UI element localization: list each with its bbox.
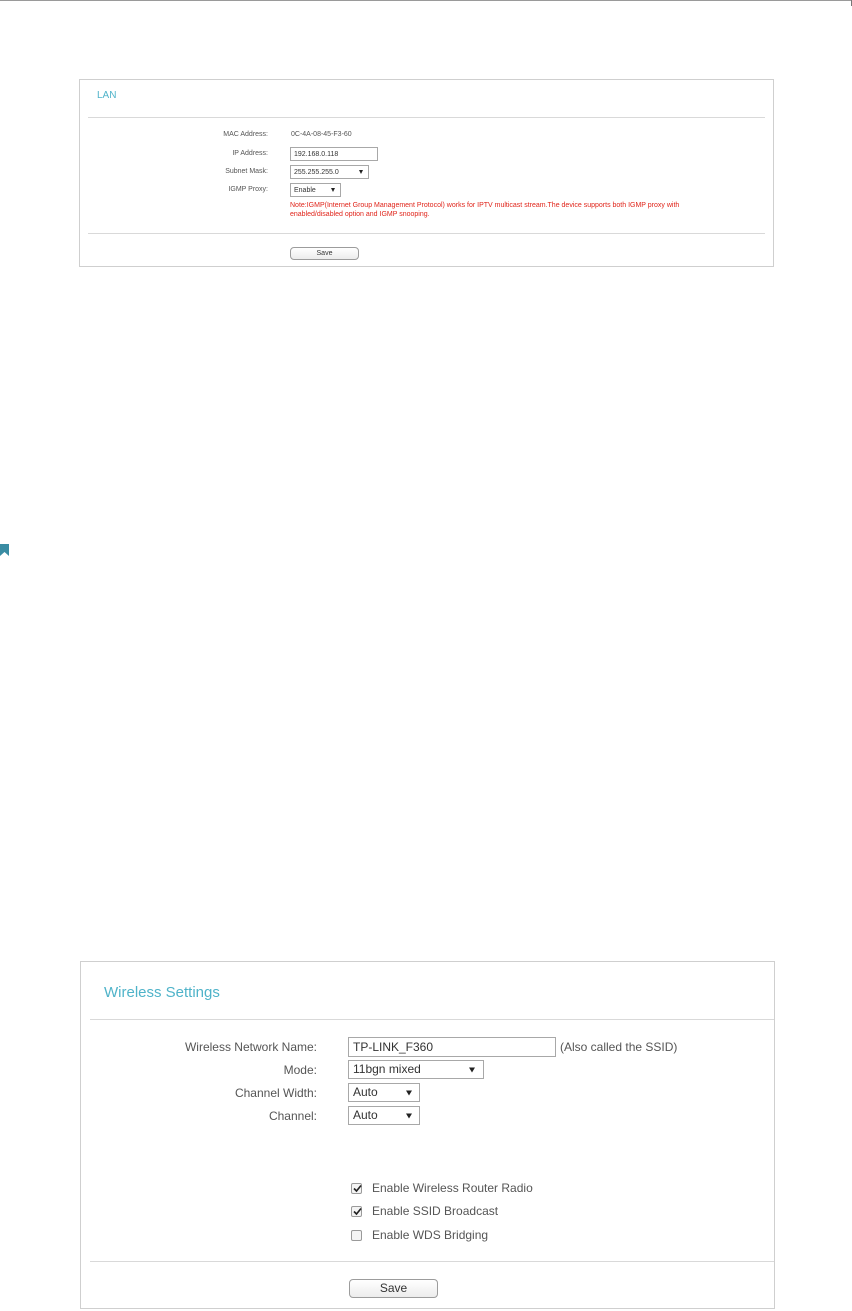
mode-select[interactable]: 11bgn mixed [348,1060,484,1079]
igmp-note: Note:IGMP(Internet Group Management Prot… [290,201,770,219]
checkmark-icon [353,1207,362,1216]
channel-select[interactable]: Auto [348,1106,420,1125]
enable-ssid-broadcast-label: Enable SSID Broadcast [372,1204,499,1218]
bookmark-icon [0,544,9,556]
checkmark-icon [353,1184,362,1193]
ip-address-input[interactable]: 192.168.0.118 [290,147,378,161]
igmp-proxy-label: IGMP Proxy: [228,186,268,193]
igmp-note-line-2: enabled/disabled option and IGMP snoopin… [290,211,430,218]
top-rule [0,0,852,1]
lan-panel: LAN MAC Address: 0C-4A-08-45-F3-60 IP Ad… [79,79,774,267]
channel-label: Channel: [268,1109,317,1123]
enable-wireless-radio-checkbox[interactable] [351,1183,362,1194]
subnet-mask-select[interactable]: 255.255.255.0 [290,165,369,179]
chevron-down-icon [406,1113,412,1118]
enable-wds-bridging-checkbox[interactable] [351,1230,362,1241]
ssid-hint: (Also called the SSID) [560,1040,678,1054]
lan-bottom-divider [88,233,765,234]
wireless-top-divider [90,1019,774,1020]
wireless-bottom-divider [90,1261,774,1262]
channel-value: Auto [353,1108,378,1122]
enable-ssid-broadcast-checkbox[interactable] [351,1206,362,1217]
chevron-down-icon [359,170,363,174]
channel-width-select[interactable]: Auto [348,1083,420,1102]
enable-wireless-radio-option[interactable]: Enable Wireless Router Radio [351,1181,611,1197]
mac-address-value: 0C-4A-08-45-F3-60 [291,131,352,138]
enable-wds-bridging-label: Enable WDS Bridging [372,1228,489,1242]
chevron-down-icon [406,1090,412,1095]
enable-ssid-broadcast-option[interactable]: Enable SSID Broadcast [351,1204,611,1220]
mac-address-label: MAC Address: [223,131,268,138]
wireless-panel-title: Wireless Settings [104,984,220,1001]
mode-value: 11bgn mixed [353,1062,421,1076]
lan-top-divider [88,117,765,118]
chevron-down-icon [331,188,335,192]
wireless-network-name-input[interactable]: TP-LINK_F360 [348,1037,556,1057]
ip-address-label: IP Address: [232,150,268,157]
wireless-network-name-label: Wireless Network Name: [184,1040,317,1054]
wireless-save-button[interactable]: Save [349,1279,438,1298]
enable-wireless-radio-label: Enable Wireless Router Radio [372,1181,533,1195]
lan-save-button[interactable]: Save [290,247,359,260]
igmp-proxy-value: Enable [294,187,316,194]
chevron-down-icon [469,1067,475,1072]
igmp-note-line-1: Note:IGMP(Internet Group Management Prot… [290,202,680,209]
wireless-panel: Wireless Settings Wireless Network Name:… [80,961,775,1309]
channel-width-value: Auto [353,1085,378,1099]
subnet-mask-value: 255.255.255.0 [294,169,339,176]
lan-panel-title: LAN [97,90,117,101]
mode-label: Mode: [283,1063,317,1077]
subnet-mask-label: Subnet Mask: [225,168,268,175]
igmp-proxy-select[interactable]: Enable [290,183,341,197]
enable-wds-bridging-option[interactable]: Enable WDS Bridging [351,1228,611,1244]
channel-width-label: Channel Width: [234,1086,317,1100]
